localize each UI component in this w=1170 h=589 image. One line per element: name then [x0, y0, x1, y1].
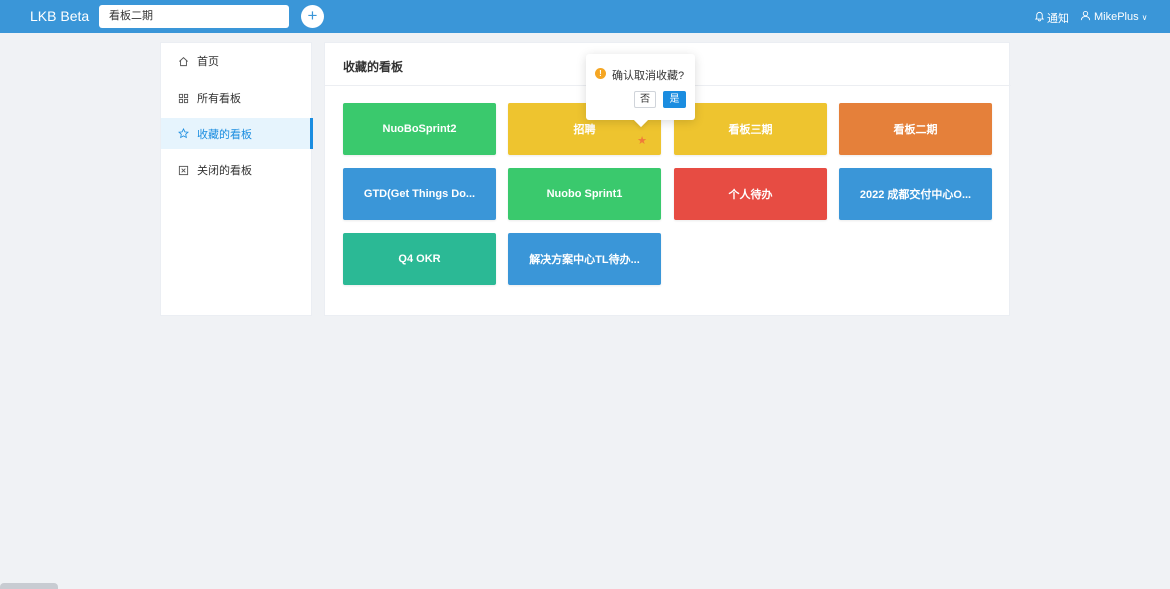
- board-card-label: NuoBoSprint2: [382, 123, 457, 135]
- sidebar-item-favorites[interactable]: 收藏的看板: [161, 118, 313, 149]
- star-icon: [178, 128, 189, 139]
- board-card-label: Q4 OKR: [398, 253, 441, 265]
- board-card-label: 看板三期: [728, 124, 773, 136]
- user-name: MikePlus: [1094, 11, 1139, 23]
- notifications-button[interactable]: 通知: [1034, 10, 1069, 26]
- chevron-down-icon: ∨: [1141, 12, 1148, 22]
- board-card[interactable]: Q4 OKR: [343, 233, 496, 285]
- add-board-button[interactable]: +: [301, 5, 324, 28]
- notifications-label: 通知: [1047, 13, 1069, 25]
- board-card[interactable]: GTD(Get Things Do...: [343, 168, 496, 220]
- grid-icon: [178, 93, 189, 104]
- sidebar-item-all-boards[interactable]: 所有看板: [161, 83, 313, 113]
- user-menu[interactable]: MikePlus ∨: [1080, 10, 1147, 24]
- user-icon: [1080, 10, 1091, 24]
- sidebar-item-label: 所有看板: [197, 93, 241, 105]
- board-selector-input[interactable]: 看板二期: [99, 5, 289, 28]
- bell-icon: [1034, 11, 1045, 25]
- board-card[interactable]: NuoBoSprint2: [343, 103, 496, 155]
- bottom-left-tab: [0, 583, 58, 589]
- sidebar: 首页 所有看板 收藏的看板 关闭的看板: [160, 42, 313, 316]
- confirm-button[interactable]: 是: [663, 91, 686, 108]
- board-card[interactable]: 个人待办: [674, 168, 827, 220]
- board-card[interactable]: Nuobo Sprint1: [508, 168, 661, 220]
- board-card[interactable]: 看板三期: [674, 103, 827, 155]
- warning-icon: !: [595, 68, 606, 79]
- board-card[interactable]: 解决方案中心TL待办...: [508, 233, 661, 285]
- favorite-star-icon[interactable]: ★: [637, 134, 647, 147]
- board-card-label: 2022 成都交付中心O...: [859, 189, 972, 201]
- sidebar-item-home[interactable]: 首页: [161, 46, 313, 76]
- close-box-icon: [178, 165, 189, 176]
- board-card[interactable]: 2022 成都交付中心O...: [839, 168, 992, 220]
- sidebar-item-label: 首页: [197, 56, 219, 68]
- unfavorite-confirm-popover: ! 确认取消收藏? 否 是: [586, 54, 695, 120]
- board-card-label: 招聘: [573, 124, 596, 136]
- cancel-button[interactable]: 否: [634, 91, 656, 108]
- sidebar-item-label: 关闭的看板: [197, 165, 252, 177]
- page-title: 收藏的看板: [343, 60, 404, 74]
- board-card[interactable]: 看板二期: [839, 103, 992, 155]
- sidebar-item-closed-boards[interactable]: 关闭的看板: [161, 155, 313, 185]
- top-navbar: LKB Beta 看板二期 + 通知 MikePlus ∨: [0, 0, 1170, 33]
- board-card-label: 个人待办: [728, 189, 773, 201]
- board-card-label: 看板二期: [893, 124, 938, 136]
- sidebar-item-label: 收藏的看板: [197, 128, 252, 141]
- popover-message: 确认取消收藏?: [612, 70, 685, 82]
- app-brand[interactable]: LKB Beta: [30, 8, 89, 24]
- board-card-label: GTD(Get Things Do...: [363, 188, 476, 200]
- home-icon: [178, 56, 189, 67]
- board-card-label: 解决方案中心TL待办...: [529, 254, 640, 266]
- board-card-label: Nuobo Sprint1: [546, 188, 623, 200]
